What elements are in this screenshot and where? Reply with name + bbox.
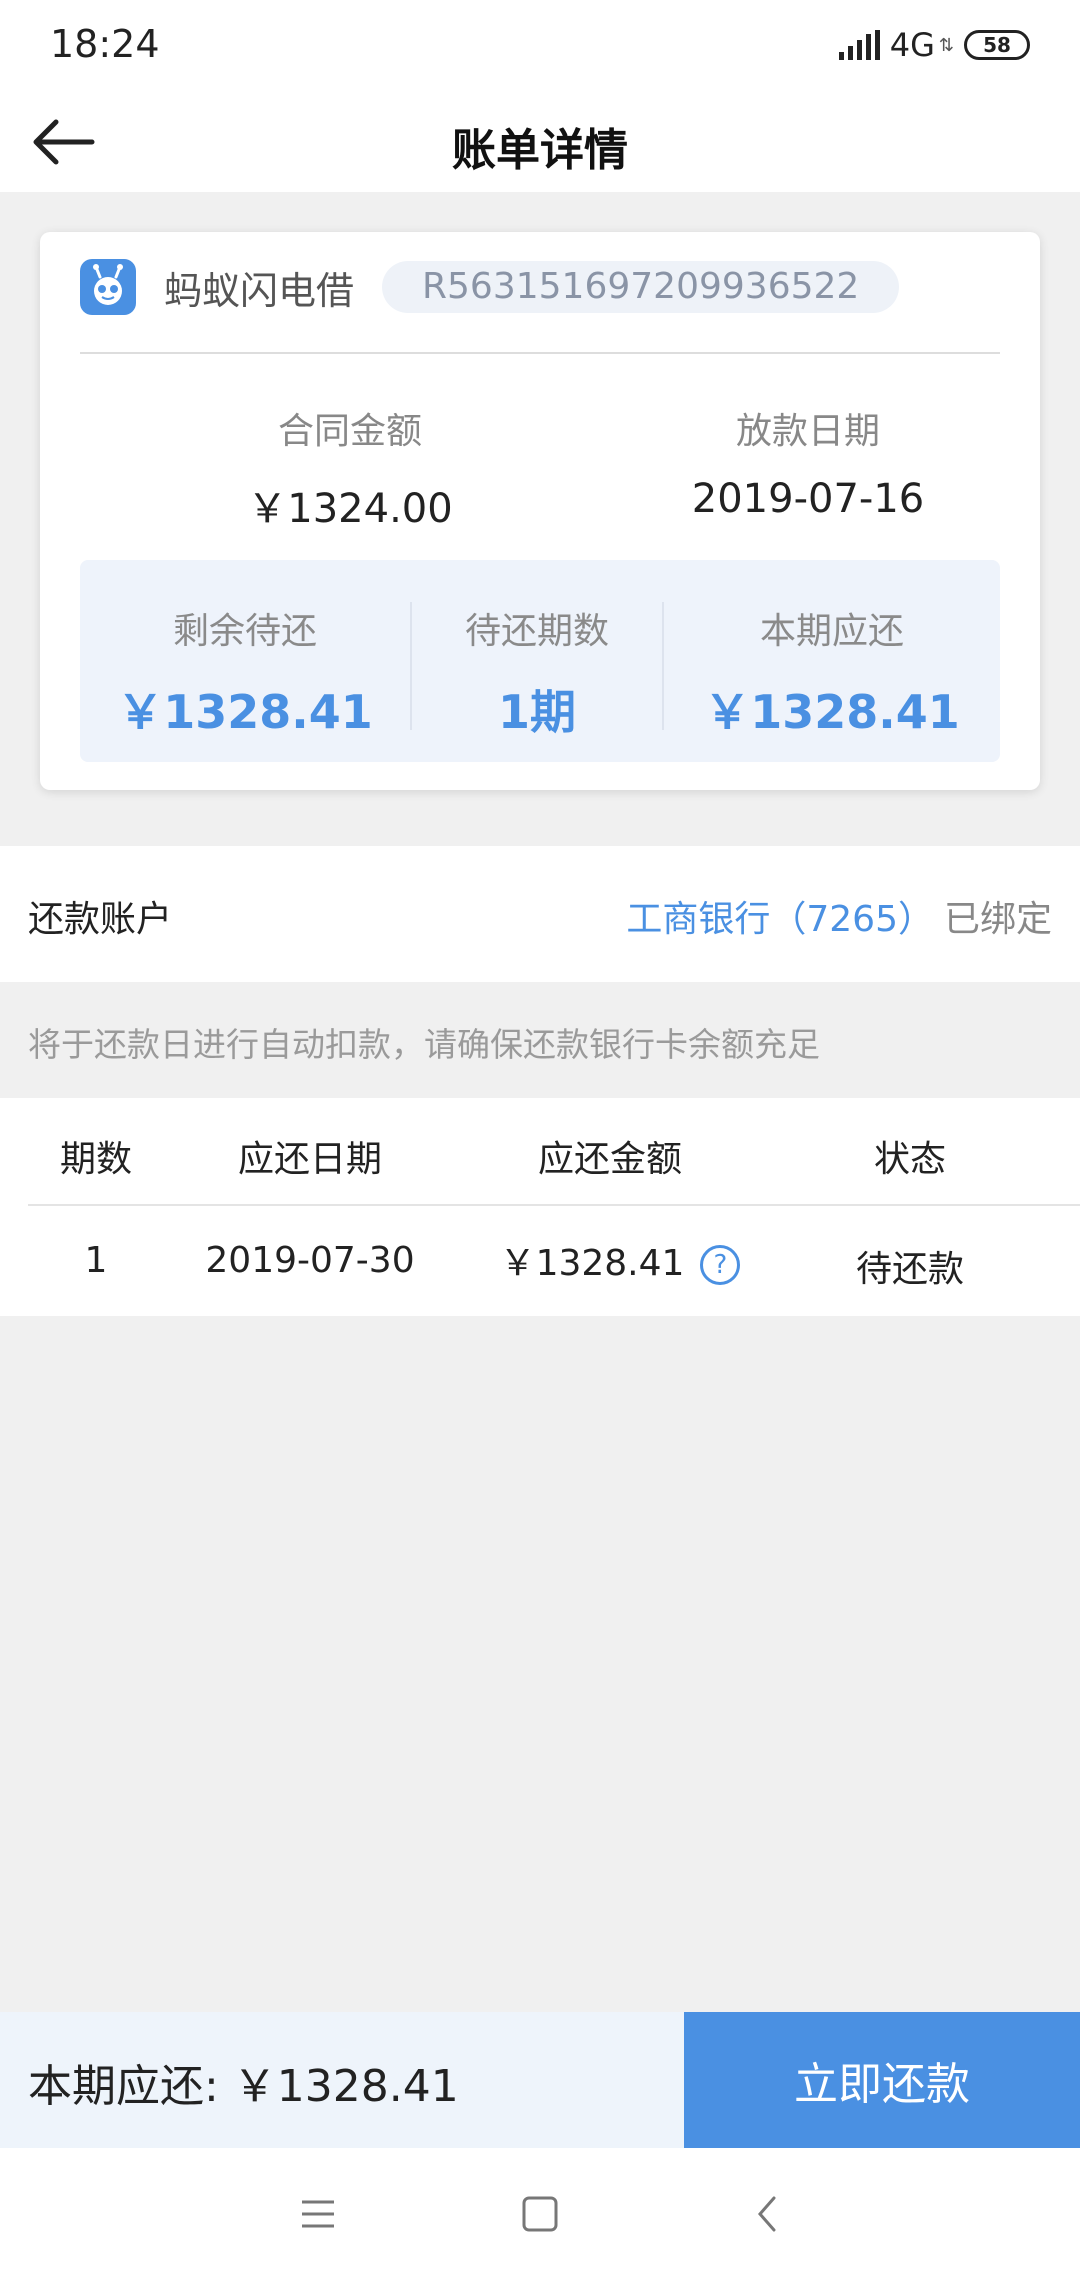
loan-date-value: 2019-07-16 <box>691 476 925 522</box>
current-due-total: 本期应还: ￥1328.41 <box>28 2061 459 2112</box>
repayment-summary: 剩余待还 ￥1328.41 待还期数 1期 本期应还 ￥1328.41 <box>80 560 1000 762</box>
contract-amount-value: ￥1324.00 <box>247 486 453 532</box>
divider <box>80 352 1000 354</box>
due-label: 本期应还 <box>759 611 904 652</box>
bottom-action-bar: 本期应还: ￥1328.41 立即还款 <box>0 2012 1080 2148</box>
remaining-value: ￥1328.41 <box>117 685 373 739</box>
due-value: ￥1328.41 <box>704 685 960 739</box>
menu-icon[interactable] <box>288 2184 348 2244</box>
account-info: 工商银行（7265） 已绑定 <box>626 890 1052 942</box>
table-header-amount: 应还金额 <box>537 1139 682 1180</box>
account-label: 还款账户 <box>28 899 173 940</box>
contract-amount-label: 合同金额 <box>277 411 422 452</box>
card-header: 蚂蚁闪电借 R563151697209936522 <box>80 258 1000 316</box>
divider <box>28 1204 1080 1206</box>
bank-name[interactable]: 工商银行（7265） <box>626 899 934 940</box>
remaining-amount: 剩余待还 ￥1328.41 <box>80 602 410 742</box>
page-title: 账单详情 <box>452 125 628 176</box>
row-status: 待还款 <box>855 1249 964 1290</box>
system-nav-bar <box>0 2148 1080 2280</box>
table-header-period: 期数 <box>59 1139 132 1180</box>
auto-debit-notice: 将于还款日进行自动扣款，请确保还款银行卡余额充足 <box>28 1025 820 1064</box>
loan-date-label: 放款日期 <box>735 411 880 452</box>
status-indicators: 4G ⇅ 58 <box>838 26 1030 64</box>
current-due: 本期应还 ￥1328.41 <box>664 602 1000 742</box>
repayment-account-row[interactable]: 还款账户 工商银行（7265） 已绑定 <box>0 846 1080 982</box>
question-circle-icon[interactable]: ? <box>700 1245 741 1285</box>
battery-icon: 58 <box>964 30 1030 60</box>
status-bar: 18:24 4G ⇅ 58 <box>0 0 1080 92</box>
row-period: 1 <box>84 1240 108 1281</box>
bound-status: 已绑定 <box>943 899 1052 940</box>
back-icon[interactable] <box>738 2184 798 2244</box>
repay-now-button[interactable]: 立即还款 <box>684 2012 1080 2148</box>
ant-logo-icon <box>80 259 136 315</box>
battery-level: 58 <box>983 33 1011 57</box>
header: 账单详情 <box>0 92 1080 192</box>
pending-periods: 待还期数 1期 <box>412 602 662 742</box>
row-amount: ￥1328.41 <box>499 1243 685 1284</box>
repayment-table: 期数 应还日期 应还金额 状态 1 2019-07-30 ￥1328.41? 待… <box>0 1098 1080 1316</box>
table-header-date: 应还日期 <box>237 1139 382 1180</box>
status-time: 18:24 <box>50 22 160 66</box>
row-amount-cell: ￥1328.41? <box>470 1234 770 1286</box>
data-arrows-icon: ⇅ <box>938 34 954 56</box>
contract-amount: 合同金额 ￥1324.00 <box>150 402 550 534</box>
periods-label: 待还期数 <box>464 611 609 652</box>
signal-icon <box>838 30 880 60</box>
periods-value: 1期 <box>497 685 576 739</box>
table-header-status: 状态 <box>873 1139 946 1180</box>
loan-card: 蚂蚁闪电借 R563151697209936522 合同金额 ￥1324.00 … <box>40 232 1040 790</box>
network-type: 4G <box>889 26 935 64</box>
row-date: 2019-07-30 <box>205 1240 415 1281</box>
home-icon[interactable] <box>510 2184 570 2244</box>
remaining-label: 剩余待还 <box>172 611 317 652</box>
contract-number-badge: R563151697209936522 <box>382 261 900 313</box>
lender-name: 蚂蚁闪电借 <box>164 268 355 313</box>
loan-date: 放款日期 2019-07-16 <box>608 402 1008 522</box>
